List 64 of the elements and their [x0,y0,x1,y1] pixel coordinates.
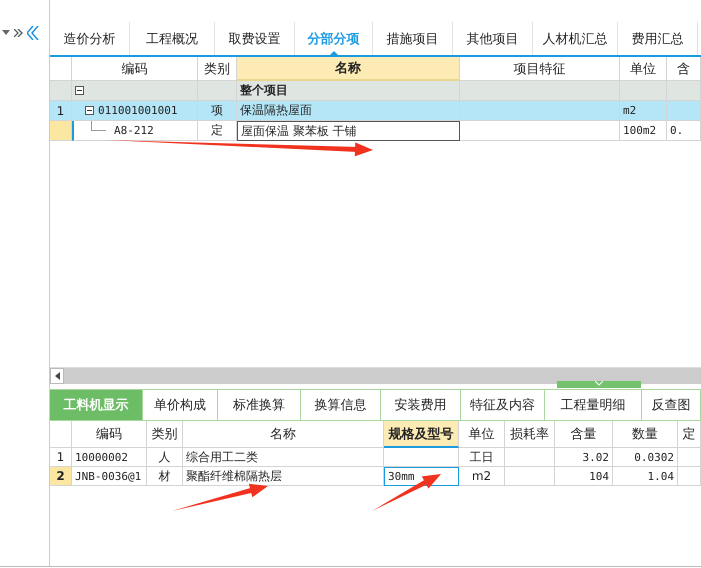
table-cell: 定 [198,121,237,141]
scroll-left-button[interactable] [50,368,64,384]
table-cell: 项 [198,101,237,121]
tab[interactable]: 换算信息 [301,389,381,421]
column-header[interactable]: 项目特征 [460,57,620,81]
tree-line [91,121,106,131]
column-header[interactable]: 损耗率 [505,421,555,448]
left-arrow-icon [54,372,60,380]
table-cell [667,81,701,101]
tab[interactable]: 标准换算 [218,389,301,421]
table-cell [667,101,701,121]
table-cell: 1.04 [613,467,678,486]
tab[interactable]: 安装费用 [381,389,461,421]
collapse-icon[interactable] [85,106,94,115]
column-header[interactable]: 类别 [198,57,237,81]
splitter-handle[interactable] [557,381,641,388]
table-cell: 2 [50,467,72,486]
collapse-icon[interactable] [75,86,84,95]
column-header[interactable]: 含 [667,57,701,81]
tab[interactable]: 特征及内容 [461,389,545,421]
table-cell: m2 [620,101,667,121]
column-header[interactable]: 类别 [147,421,183,448]
column-header[interactable]: 编码 [72,421,147,448]
table-cell: 保温隔热屋面 [237,101,460,121]
table-cell [505,448,555,467]
table-cell: 104 [555,467,613,486]
table-cell [678,467,701,486]
table-cell [620,81,667,101]
table-cell: 屋面保温 聚苯板 干铺 [237,121,460,141]
table-cell: 0. [667,121,701,141]
horizontal-scrollbar[interactable] [50,367,701,384]
table-cell [505,467,555,486]
column-header[interactable]: 规格及型号 [384,421,459,448]
table-cell: 综合用工二类 [183,448,384,467]
table-cell: m2 [459,467,505,486]
column-header[interactable]: 编码 [72,57,198,81]
column-header[interactable]: 名称 [183,421,384,448]
column-header[interactable]: 单位 [459,421,505,448]
table-cell: 聚酯纤维棉隔热层 [183,467,384,486]
table-cell: JNB-0036@1 [72,467,147,486]
table-cell: 0.0302 [613,448,678,467]
table-cell: 工日 [459,448,505,467]
table-cell: 100m2 [620,121,667,141]
dropdown-icon[interactable] [2,30,10,36]
tab[interactable]: 工程量明细 [545,389,642,421]
column-header[interactable]: 名称 [237,57,460,81]
column-header[interactable]: 数量 [613,421,678,448]
table-cell: 3.02 [555,448,613,467]
column-header[interactable]: 含量 [555,421,613,448]
table-cell: 10000002 [72,448,147,467]
table-cell: 整个项目 [237,81,460,101]
column-header[interactable]: 单位 [620,57,667,81]
table-cell: 1 [50,448,72,467]
table-cell [678,448,701,467]
table-cell: 材 [147,467,183,486]
table-cell: 人 [147,448,183,467]
table-cell: 30mm [384,467,459,486]
column-header[interactable]: 定 [678,421,701,448]
code-text: A8-212 [114,124,154,137]
expand-icon[interactable] [14,29,23,37]
table-cell: 1 [50,101,72,121]
tab[interactable]: 反查图 [642,389,701,421]
tab[interactable]: 单价构成 [143,389,218,421]
code-text: 011001001001 [98,104,178,117]
